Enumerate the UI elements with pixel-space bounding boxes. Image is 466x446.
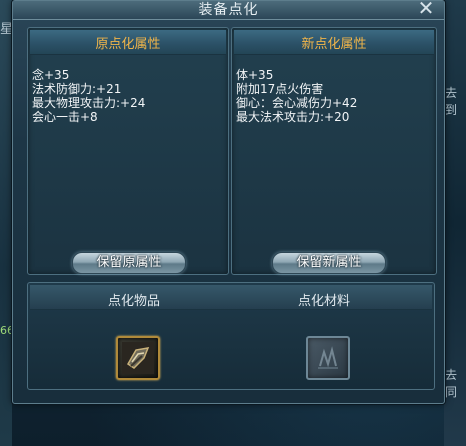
material-placeholder-icon (318, 346, 338, 369)
new-attribute-item: 最大法术攻击力:+20 (236, 110, 350, 124)
new-attribute-item: 体+35 (236, 68, 274, 82)
keep-original-button[interactable]: 保留原属性 (72, 252, 186, 274)
original-attribute-item: 会心一击+8 (32, 110, 98, 124)
background-glyph-right-2: 去同 (445, 368, 458, 399)
original-attributes-header: 原点化属性 (30, 30, 226, 55)
window-title: 装备点化 (198, 2, 259, 18)
original-attributes-panel: 原点化属性 念+35 法术防御力:+21 最大物理攻击力:+24 会心一击+8 … (27, 27, 229, 275)
enchant-material-label: 点化材料 (298, 294, 351, 309)
original-attributes-list: 念+35 法术防御力:+21 最大物理攻击力:+24 会心一击+8 (32, 68, 227, 124)
enchant-item-slot[interactable] (116, 336, 160, 380)
materials-panel: 点化物品 点化材料 (27, 282, 435, 390)
enchant-item-label: 点化物品 (108, 294, 161, 309)
keep-new-button[interactable]: 保留新属性 (272, 252, 386, 274)
new-attribute-item: 御心：会心减伤力+42 (236, 96, 358, 110)
original-attribute-item: 念+35 (32, 68, 70, 82)
enchant-window: 装备点化 ✕ 原点化属性 念+35 法术防御力:+21 最大物理攻击力:+24 … (12, 0, 445, 404)
enchant-material-slot[interactable] (306, 336, 350, 380)
window-titlebar: 装备点化 ✕ (13, 0, 444, 20)
armor-piece-icon (122, 342, 154, 374)
new-attribute-item: 附加17点火伤害 (236, 82, 324, 96)
background-left-strip (0, 0, 12, 446)
original-attribute-item: 最大物理攻击力:+24 (32, 96, 146, 110)
materials-header: 点化物品 点化材料 (30, 285, 432, 310)
close-icon[interactable]: ✕ (415, 0, 437, 18)
new-attributes-header: 新点化属性 (234, 30, 434, 55)
background-glyph-right-1: 去到 (445, 86, 458, 117)
original-attribute-item: 法术防御力:+21 (32, 82, 122, 96)
original-attributes-title: 原点化属性 (95, 37, 161, 52)
new-attributes-panel: 新点化属性 体+35 附加17点火伤害 御心：会心减伤力+42 最大法术攻击力:… (231, 27, 437, 275)
new-attributes-list: 体+35 附加17点火伤害 御心：会心减伤力+42 最大法术攻击力:+20 (236, 68, 431, 124)
new-attributes-title: 新点化属性 (301, 37, 367, 52)
